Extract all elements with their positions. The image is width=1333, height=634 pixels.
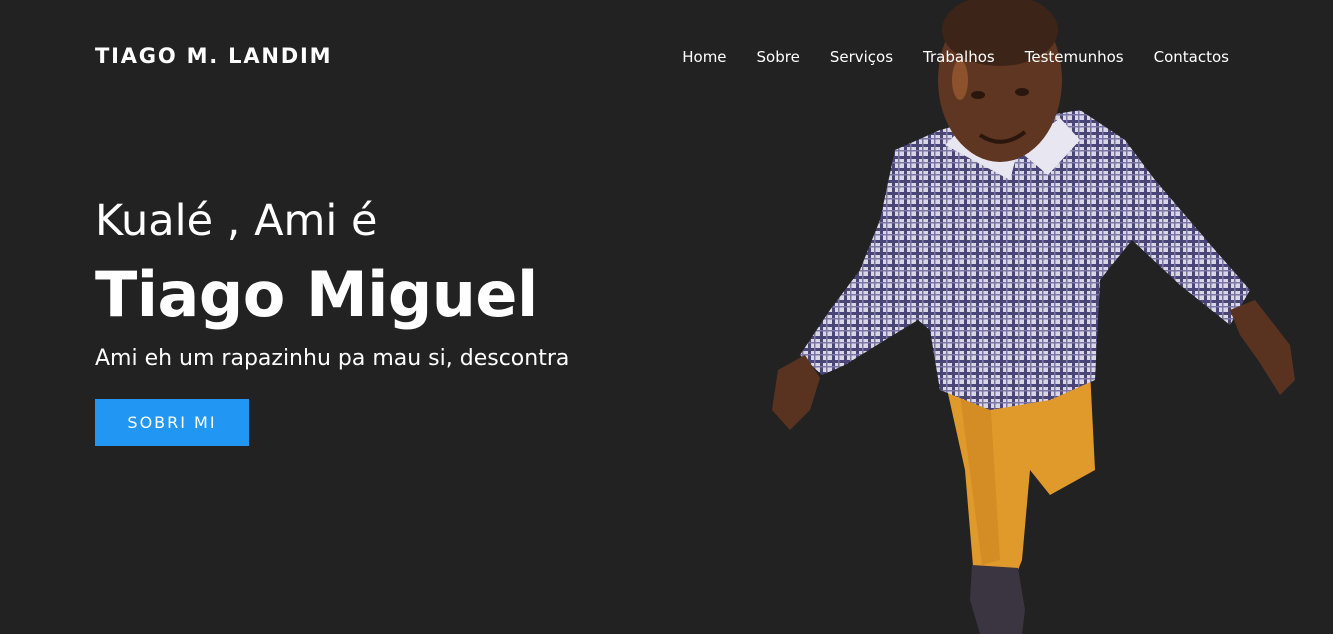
hero-tagline: Ami eh um rapazinhu pa mau si, descontra: [95, 346, 570, 371]
nav-servicos[interactable]: Serviços: [830, 48, 893, 66]
nav-trabalhos[interactable]: Trabalhos: [923, 48, 995, 66]
nav-contactos[interactable]: Contactos: [1154, 48, 1229, 66]
hero-name: Tiago Miguel: [95, 258, 538, 331]
about-me-button[interactable]: SOBRI MI: [95, 399, 249, 446]
site-logo[interactable]: TIAGO M. LANDIM: [95, 44, 332, 68]
hero-greeting: Kualé , Ami é: [95, 196, 378, 246]
nav-sobre[interactable]: Sobre: [757, 48, 800, 66]
hero-photo: [772, 0, 1295, 634]
hero-page: TIAGO M. LANDIM Home Sobre Serviços Trab…: [0, 0, 1333, 634]
nav-testemunhos[interactable]: Testemunhos: [1025, 48, 1124, 66]
main-nav: Home Sobre Serviços Trabalhos Testemunho…: [682, 48, 1229, 66]
nav-home[interactable]: Home: [682, 48, 726, 66]
